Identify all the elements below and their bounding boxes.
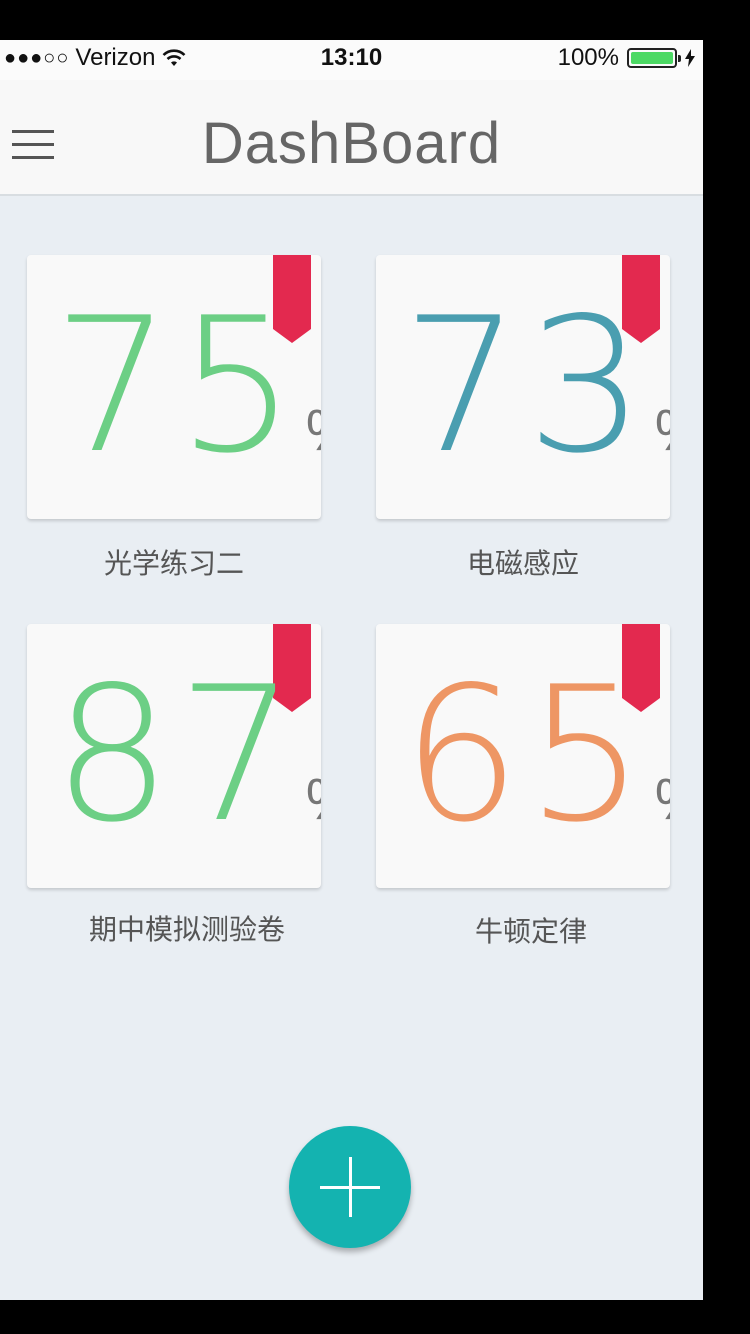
score-card-newton[interactable]: 65 % — [376, 624, 670, 888]
charging-bolt-icon — [685, 49, 695, 67]
add-button[interactable] — [289, 1126, 411, 1248]
percent-sign: % — [655, 766, 670, 833]
battery-percent: 100% — [557, 44, 619, 71]
score-card-optics[interactable]: 75 % — [27, 255, 321, 519]
score-display: 65 % — [402, 646, 670, 863]
app-screen: ●●●○○ Verizon 13:10 100% DashBoard 75 光学… — [0, 40, 703, 1300]
plus-icon-stroke — [349, 1157, 352, 1217]
card-label: 光学练习二 — [103, 548, 244, 579]
score-display: 73 % — [402, 277, 670, 494]
percent-sign: % — [306, 397, 321, 464]
percent-sign: % — [306, 766, 321, 833]
status-bar: ●●●○○ Verizon 13:10 100% — [0, 40, 703, 80]
battery-icon — [627, 48, 681, 68]
card-label: 电磁感应 — [466, 548, 579, 579]
percent-sign: % — [655, 397, 670, 464]
card-label: 牛顿定律 — [474, 916, 587, 947]
score-display: 87 % — [53, 646, 321, 863]
page-title: DashBoard — [201, 111, 502, 176]
score-value: 87 — [53, 646, 302, 863]
score-value: 73 — [402, 277, 651, 494]
score-value: 65 — [402, 646, 651, 863]
navigation-bar: DashBoard — [0, 80, 703, 196]
battery-fill — [631, 52, 673, 64]
score-display: 75 % — [53, 277, 321, 494]
status-right: 100% — [558, 44, 695, 72]
score-card-midterm[interactable]: 87 % — [27, 624, 321, 888]
score-value: 75 — [53, 277, 302, 494]
score-card-electromagnetic[interactable]: 73 % — [376, 255, 670, 519]
card-label: 期中模拟测验卷 — [88, 914, 285, 945]
